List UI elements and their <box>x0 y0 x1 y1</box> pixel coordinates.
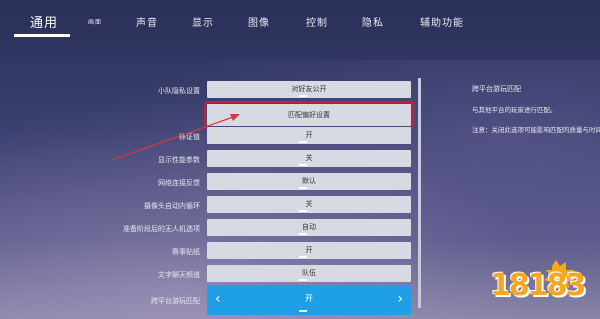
site-watermark-logo: 18183 <box>490 258 592 310</box>
watermark-text: 18183 <box>490 268 586 303</box>
